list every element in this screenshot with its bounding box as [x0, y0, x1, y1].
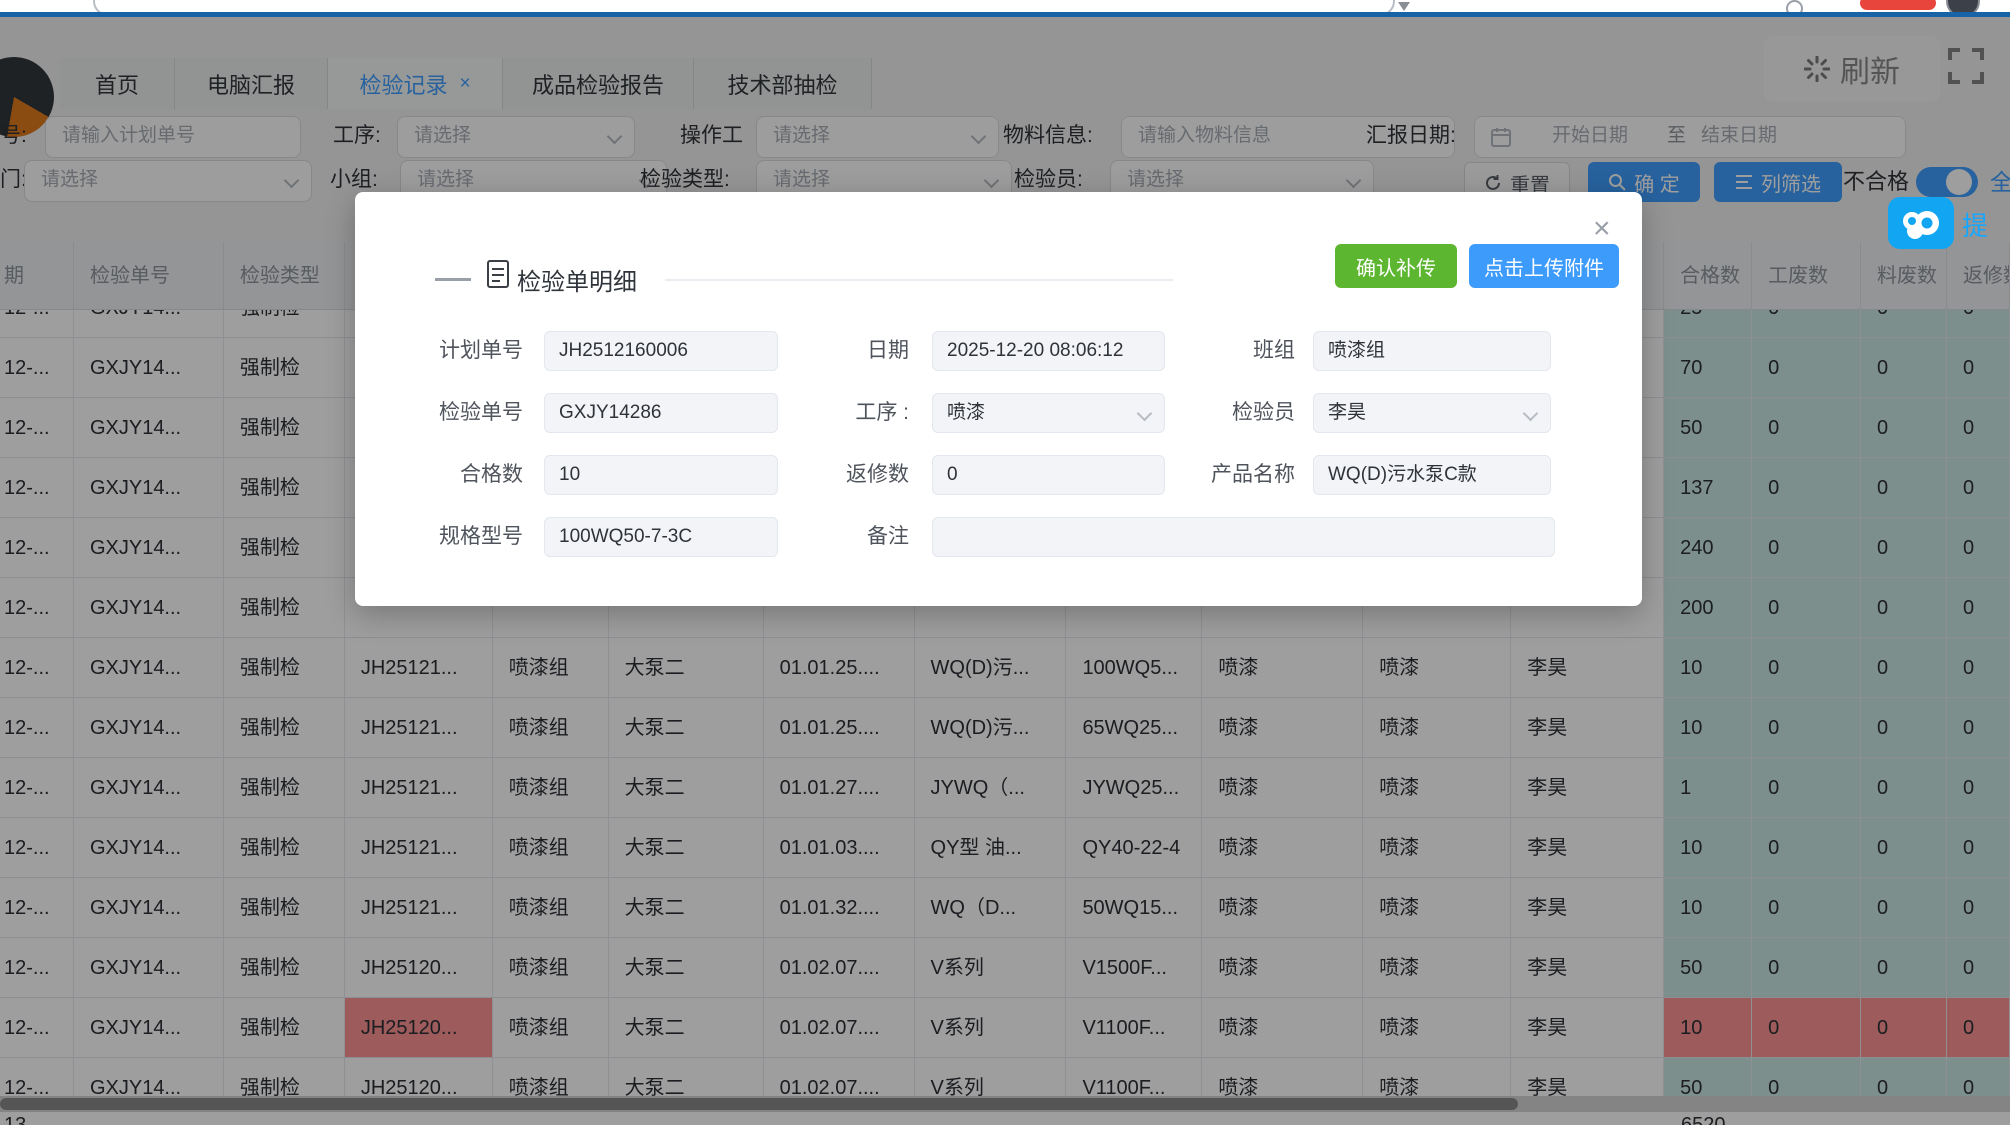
confirm-upload-button[interactable]: 确认补传	[1335, 244, 1457, 288]
title-dash	[435, 278, 471, 281]
inspection-detail-modal: × 确认补传 点击上传附件 检验单明细 计划单号 JH2512160006 日期…	[355, 192, 1642, 606]
spec-model-field[interactable]: 100WQ50-7-3C	[544, 517, 778, 557]
remark-field[interactable]	[932, 517, 1555, 557]
remark-field-label: 备注	[759, 517, 909, 557]
qualified-count-field[interactable]: 10	[544, 455, 778, 495]
confirm-upload-label: 确认补传	[1356, 252, 1436, 281]
process-field-select[interactable]: 喷漆	[932, 393, 1165, 433]
netdisk-cloud-icon	[1899, 206, 1943, 240]
inspector-field-value: 李昊	[1328, 402, 1366, 423]
product-name-field[interactable]: WQ(D)污水泵C款	[1313, 455, 1551, 495]
netdisk-float-text[interactable]: 提	[1962, 206, 1988, 243]
product-name-field-label: 产品名称	[1145, 455, 1295, 495]
plan-number-field[interactable]: JH2512160006	[544, 331, 778, 371]
date-field-label: 日期	[759, 331, 909, 371]
qualified-count-field-label: 合格数	[373, 455, 523, 495]
click-upload-label: 点击上传附件	[1484, 252, 1604, 281]
chevron-down-icon	[1523, 406, 1539, 422]
title-divider	[665, 279, 1173, 281]
process-field-label: 工序 :	[759, 393, 909, 433]
process-field-value: 喷漆	[947, 402, 985, 423]
inspection-number-field[interactable]: GXJY14286	[544, 393, 778, 433]
recording-badge[interactable]	[1860, 0, 1936, 10]
click-upload-button[interactable]: 点击上传附件	[1469, 244, 1619, 288]
download-icon[interactable]	[1398, 2, 1410, 11]
close-icon[interactable]: ×	[1593, 214, 1611, 244]
browser-chrome	[0, 0, 2010, 17]
rework-count-field[interactable]: 0	[932, 455, 1165, 495]
date-field[interactable]: 2025-12-20 08:06:12	[932, 331, 1165, 371]
inspection-number-field-label: 检验单号	[373, 393, 523, 433]
document-icon	[487, 260, 509, 293]
netdisk-float-button[interactable]	[1888, 197, 1954, 249]
plan-number-field-label: 计划单号	[373, 331, 523, 371]
page-accent-line	[0, 12, 2010, 17]
inspector-field-select[interactable]: 李昊	[1313, 393, 1551, 433]
rework-count-field-label: 返修数	[759, 455, 909, 495]
team-field[interactable]: 喷漆组	[1313, 331, 1551, 371]
team-field-label: 班组	[1145, 331, 1295, 371]
modal-title: 检验单明细	[517, 262, 637, 297]
spec-model-field-label: 规格型号	[373, 517, 523, 557]
inspector-field-label: 检验员	[1145, 393, 1295, 433]
